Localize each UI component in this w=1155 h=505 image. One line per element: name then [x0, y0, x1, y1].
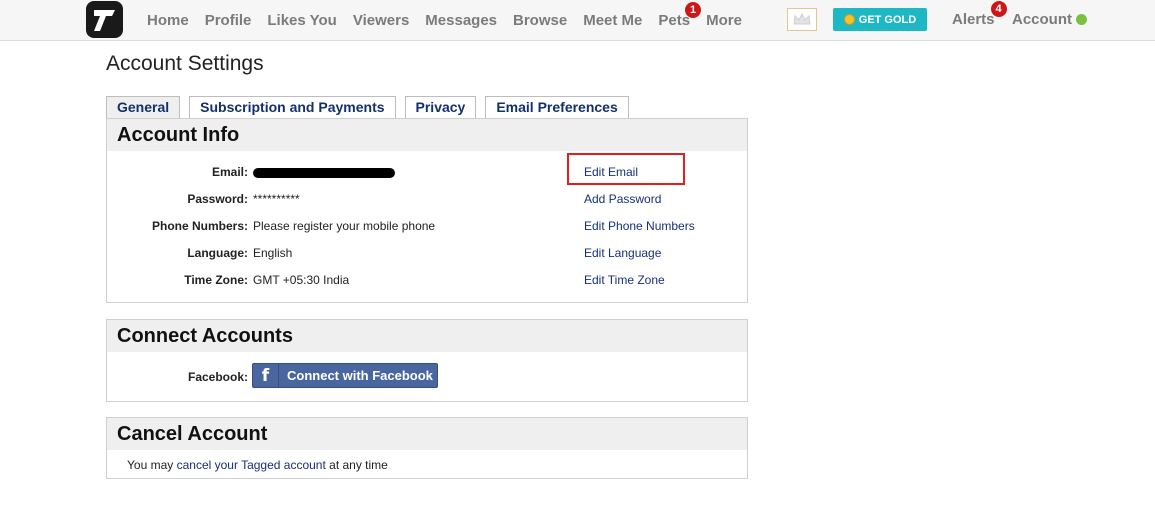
nav-more[interactable]: More: [706, 12, 742, 29]
crown-icon[interactable]: [787, 8, 817, 31]
facebook-label: Facebook:: [187, 370, 248, 384]
connect-accounts-panel: Connect Accounts Facebook: f Connect wit…: [106, 319, 748, 402]
connect-accounts-header: Connect Accounts: [107, 320, 747, 352]
nav-profile[interactable]: Profile: [205, 12, 252, 29]
nav-pets[interactable]: Pets 1: [658, 1, 702, 29]
account-menu[interactable]: Account: [1012, 11, 1087, 28]
account-info-header: Account Info: [107, 119, 747, 151]
nav-viewers[interactable]: Viewers: [353, 12, 409, 29]
account-info-panel: Account Info Email: Edit Email Password:…: [106, 118, 748, 303]
nav-likes-you[interactable]: Likes You: [267, 12, 336, 29]
language-label: Language:: [187, 246, 248, 260]
edit-language-link[interactable]: Edit Language: [584, 246, 661, 260]
email-value-redacted: [253, 165, 395, 179]
language-row: Language: English Edit Language: [107, 246, 747, 266]
pets-badge: 1: [685, 1, 702, 18]
alerts-badge: 4: [990, 1, 1007, 17]
cancel-account-text: You may cancel your Tagged account at an…: [127, 458, 388, 472]
timezone-row: Time Zone: GMT +05:30 India Edit Time Zo…: [107, 273, 747, 293]
timezone-value: GMT +05:30 India: [253, 273, 350, 287]
nav-messages[interactable]: Messages: [425, 12, 497, 29]
phone-value: Please register your mobile phone: [253, 219, 436, 233]
cancel-account-panel: Cancel Account You may cancel your Tagge…: [106, 417, 748, 479]
password-value: **********: [253, 192, 300, 206]
page-title: Account Settings: [106, 52, 264, 75]
alerts-link[interactable]: Alerts 4: [952, 1, 1007, 28]
get-gold-button[interactable]: GET GOLD: [833, 8, 927, 31]
language-value: English: [253, 246, 293, 260]
tab-email-preferences[interactable]: Email Preferences: [485, 96, 629, 119]
edit-timezone-link[interactable]: Edit Time Zone: [584, 273, 665, 287]
settings-tabs: General Subscription and Payments Privac…: [106, 96, 638, 119]
tab-subscription-and-payments[interactable]: Subscription and Payments: [189, 96, 396, 119]
main-nav: Home Profile Likes You Viewers Messages …: [147, 0, 758, 40]
cancel-account-link[interactable]: cancel your Tagged account: [177, 458, 326, 472]
tab-privacy[interactable]: Privacy: [404, 96, 477, 119]
tab-general[interactable]: General: [106, 96, 181, 119]
nav-meet-me[interactable]: Meet Me: [583, 12, 642, 29]
tagged-logo-icon[interactable]: [86, 1, 123, 38]
edit-email-link[interactable]: Edit Email: [584, 165, 638, 179]
email-label: Email:: [211, 165, 248, 179]
connect-facebook-button[interactable]: f Connect with Facebook: [252, 363, 438, 388]
cancel-account-header: Cancel Account: [107, 418, 747, 450]
facebook-icon: f: [253, 364, 279, 387]
top-navigation-bar: Home Profile Likes You Viewers Messages …: [0, 0, 1155, 41]
nav-home[interactable]: Home: [147, 12, 189, 29]
password-label: Password:: [187, 192, 248, 206]
password-row: Password: ********** Add Password: [107, 192, 747, 212]
timezone-label: Time Zone:: [184, 273, 248, 287]
edit-phone-link[interactable]: Edit Phone Numbers: [584, 219, 695, 233]
online-status-icon: [1076, 14, 1087, 25]
add-password-link[interactable]: Add Password: [584, 192, 661, 206]
nav-browse[interactable]: Browse: [513, 12, 567, 29]
phone-row: Phone Numbers: Please register your mobi…: [107, 219, 747, 239]
email-row: Email: Edit Email: [107, 165, 747, 185]
phone-label: Phone Numbers:: [151, 219, 248, 233]
coin-icon: [843, 14, 855, 25]
